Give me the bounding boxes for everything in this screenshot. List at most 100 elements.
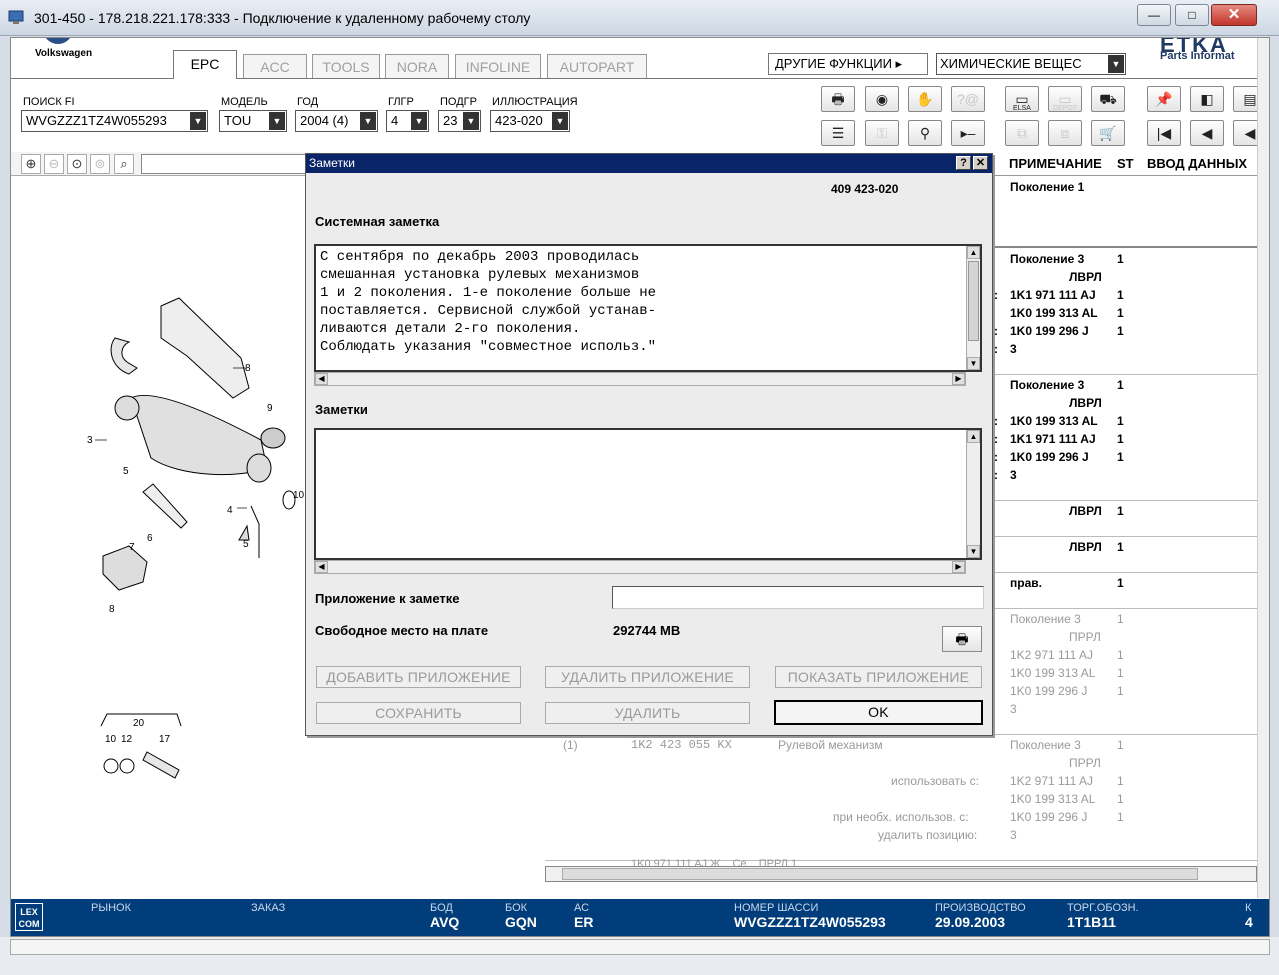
tab-autopart[interactable]: AUTOPART [547,54,647,78]
scroll-right-icon[interactable]: ▶ [952,561,965,573]
vertical-scrollbar[interactable]: ▲ ▼ [966,430,980,558]
delete-button[interactable]: УДАЛИТЬ [545,702,750,724]
disc-icon[interactable]: ◉ [865,86,899,112]
illustration-select[interactable]: 423-020 ▼ [490,110,570,132]
bod-label: БОД [430,902,453,914]
zoom-input[interactable] [141,154,311,174]
cart-icon[interactable]: 🛒 [1091,120,1125,146]
vin-label: ПОИСК FI [23,96,75,108]
scroll-thumb[interactable] [968,261,979,341]
chevron-down-icon[interactable]: ▼ [269,112,285,130]
table-cell-colon: : [994,450,998,464]
scroll-down-icon[interactable]: ▼ [967,357,980,370]
minimize-button[interactable]: — [1137,4,1171,26]
dialog-help-button[interactable]: ? [956,156,971,170]
chevron-down-icon[interactable]: ▼ [360,112,376,130]
vin-select[interactable]: WVGZZZ1TZ4W055293 ▼ [21,110,208,132]
zoom-in-icon[interactable]: ⊕ [21,154,41,174]
year-select[interactable]: 2004 (4) ▼ [295,110,378,132]
production-label: ПРОИЗВОДСТВО [935,902,1026,914]
bike-icon[interactable]: ⚲ [908,120,942,146]
zoom-fit-icon[interactable]: ⊙ [67,154,87,174]
main-group-select[interactable]: 4 ▼ [386,110,429,132]
table-cell-colon: : [994,468,998,482]
list-icon[interactable]: ☰ [821,120,855,146]
scroll-up-icon[interactable]: ▲ [967,246,980,259]
chevron-down-icon[interactable]: ▼ [463,112,479,130]
system-note-textarea[interactable]: С сентября по декабрь 2003 проводилась с… [314,244,982,372]
pin-icon[interactable]: 📌 [1147,86,1181,112]
table-cell-st: 1 [1117,792,1124,806]
chevron-down-icon[interactable]: ▼ [190,112,206,130]
rdp-horizontal-scrollbar[interactable] [10,939,1270,955]
hands-icon[interactable]: ✋ [908,86,942,112]
vw-logo-icon [43,38,73,44]
free-space-value: 292744 MB [613,623,681,638]
row-separator [993,608,1269,609]
chevron-down-icon[interactable]: ▼ [411,112,427,130]
depot-button[interactable]: ▭ DEPOT [1048,86,1082,112]
table-horizontal-scrollbar[interactable] [545,866,1257,882]
scroll-left-icon[interactable]: ◀ [315,373,328,385]
col-st: ST [1117,156,1134,171]
scroll-up-icon[interactable]: ▲ [967,430,980,443]
chevron-down-icon[interactable]: ▼ [552,112,568,130]
notes-hscroll[interactable]: ◀ ▶ [314,560,966,574]
search-icon[interactable]: ⌕ [114,154,134,174]
tab-epc[interactable]: EPC [173,50,237,79]
tab-nora[interactable]: NORA [385,54,449,78]
table-cell-pos: (1) [563,738,578,752]
ac-label: АС [574,902,590,914]
illustration-value: 423-020 [495,113,543,128]
close-window-button[interactable]: ✕ [1211,4,1257,26]
table-cell-st: 1 [1117,252,1124,266]
save-button[interactable]: СОХРАНИТЬ [316,702,521,724]
network-icon[interactable]: ⧉ [1005,120,1039,146]
print-icon[interactable]: 🖶 [821,86,855,112]
print-button[interactable]: 🖶 [942,626,982,652]
first-page-icon[interactable]: |◀ [1147,120,1181,146]
tab-infoline[interactable]: INFOLINE [455,54,541,78]
system-note-hscroll[interactable]: ◀ ▶ [314,372,966,386]
step-forward-icon[interactable]: ▸– [951,120,985,146]
table-cell-st: 1 [1117,504,1124,518]
scroll-left-icon[interactable]: ◀ [315,561,328,573]
sub-group-select[interactable]: 23 ▼ [438,110,481,132]
ok-button[interactable]: OK [774,700,983,725]
attachment-input[interactable] [612,586,984,609]
help-icon[interactable]: ?@ [951,86,985,112]
chevron-down-icon[interactable]: ▼ [1108,55,1124,73]
chemicals-select[interactable]: ХИМИЧЕСКИЕ ВЕЩЕС ▼ [936,53,1126,75]
tab-acc[interactable]: ACC [243,54,307,78]
main-vertical-scrollbar[interactable] [1257,38,1269,898]
scroll-thumb[interactable] [562,868,1198,880]
maximize-button[interactable]: □ [1175,4,1209,26]
cut-value: 4 [1245,914,1253,930]
key-icon[interactable]: ⚿ [865,120,899,146]
split-view-icon[interactable]: ◧ [1190,86,1224,112]
table-cell-note: прав. [1010,576,1042,590]
elsa-button[interactable]: ▭ ELSA [1005,86,1039,112]
other-functions-button[interactable]: ДРУГИЕ ФУНКЦИИ ▸ [768,53,928,75]
show-attachment-button[interactable]: ПОКАЗАТЬ ПРИЛОЖЕНИЕ [775,666,982,688]
brand-label: Volkswagen [35,48,93,59]
parts-illustration[interactable]: 8 9 3 5 4 5 7 6 8 10 20 10 12 17 [11,178,311,798]
vertical-scrollbar[interactable]: ▲ ▼ [966,246,980,370]
dialog-close-button[interactable]: ✕ [973,156,988,170]
cart-arrow-icon[interactable]: ⛟ [1091,86,1125,112]
dialog-titlebar: Заметки ? ✕ [306,154,992,173]
scroll-down-icon[interactable]: ▼ [967,545,980,558]
zoom-out-icon[interactable]: ⊖ [44,154,64,174]
table-cell-note: 3 [1010,702,1017,716]
group-icon[interactable]: ⧈ [1048,120,1082,146]
table-cut-row: 1K0 971 111 AJ Ж... Се... ПРРЛ 1 [631,858,798,866]
scroll-right-icon[interactable]: ▶ [952,373,965,385]
tab-tools[interactable]: TOOLS [312,54,380,78]
notes-textarea[interactable]: ▲ ▼ [314,428,982,560]
print-icon: 🖶 [955,631,969,647]
add-attachment-button[interactable]: ДОБАВИТЬ ПРИЛОЖЕНИЕ [316,666,521,688]
prev-page-icon[interactable]: ◀ [1190,120,1224,146]
delete-attachment-button[interactable]: УДАЛИТЬ ПРИЛОЖЕНИЕ [545,666,750,688]
model-select[interactable]: TOU ▼ [219,110,287,132]
zoom-100-icon[interactable]: ⊚ [90,154,110,174]
